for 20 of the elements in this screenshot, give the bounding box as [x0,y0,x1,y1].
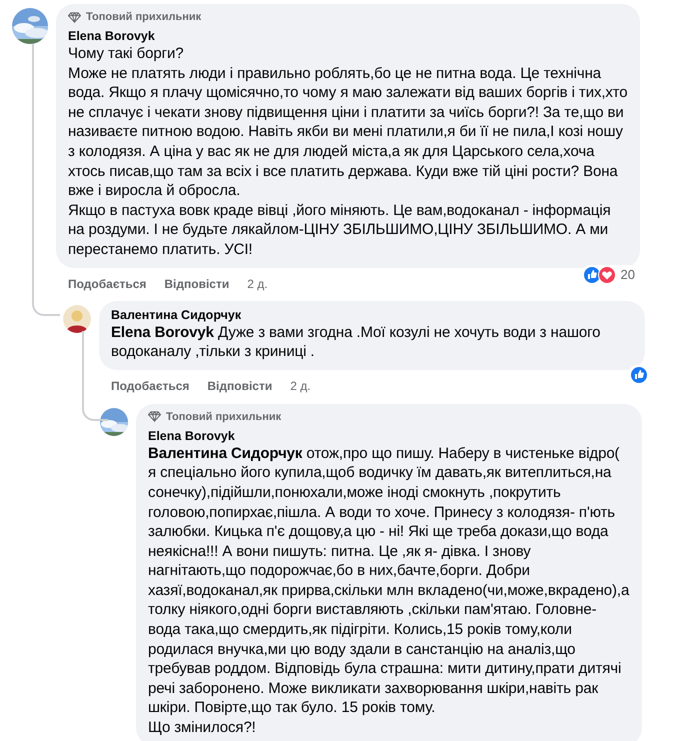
comment-text: Чому такі борги? Може не платять люди і правильно роблять,бо це не питна вода. Це технічна вода. Якщо я плачу щомісячно,то чому я маю залежати від ваших боргів і тих,хто не сплачує і чекати знову підвищення ціни і платити за чиїсь борги?! За те,що ви називаєте питною водою. Навіть якби ви мені платили,я би її не пила,І козі ношу з колодязя. А ціна у вас як не для людей міста,а як для Царського села,хоча хтось писав,що там за всіх і все платить держава. Куди вже тій ціні рости? Вона вже і виросла й обросла. Якщо в пастуха вовк краде вівці ,його міняють. Це вам,водоканал - інформація на роздуми. І не будьте лякайлом-ЦІНУ ЗБІЛЬШИМО,ЦІНУ ЗБІЛЬШИМО. А ми перестанемо платить. УСІ! [68,44,628,260]
diamond-icon [148,411,161,422]
reaction-count: 20 [620,267,636,282]
author-name[interactable]: Валентина Сидорчук [111,308,633,322]
avatar-icon [63,304,91,333]
comment-text: Валентина Сидорчук отож,про що пишу. Наберу в чистеньке відро( я спеціально його купила,щоб водичку їм давать,як витеплиться,на сонечку),підійшли,понюхали,може іноді смокнуть ,покрутить головою,попирхає,пішла. А води то хоче. Принесу з колодязя- п'ють залюбки. Кицька п'є дощову,а цю - ні! Які ще треба докази,що вода неякісна!!! А вони пишуть: питна. Це ,як я- дівка. І знову нагнітають,що подорожчає,бо в них,бачте,борги. Добри хазяї,водоканал,як прирва,скільки млн вкладено(чи,може,вкрадено),а толку ніякого,одні борги виставляють ,скільки пам'ятаю. Головне- вода така,що смердить,як підігріти. Колись,15 років тому,коли родилася внучка,ми цю воду здали в санстанцію на аналіз,що требував роддом. Відповідь була страшна: мити дитину,прати дитячі речі заборонено. Може викликати захворювання шкіри,навіть рак шкіри. Повірте,що так було. 15 років тому. Що змінилося?! [148,444,630,738]
like-icon [630,366,648,384]
comment-text: Elena Borovyk Дуже з вами згодна .Мої козулі не хочуть води з нашого водоканалу ,тільки з криниці . [111,322,602,362]
comment-action-link[interactable]: Подобається [68,276,146,291]
comment-time[interactable]: 2 д. [247,276,268,291]
badge-label: Топовий прихильник [86,11,202,23]
comment-action-link[interactable]: Відповісти [164,276,230,291]
comment-action-link[interactable]: Подобається [111,378,190,393]
reaction-summary[interactable] [628,364,647,385]
badge-label: Топовий прихильник [166,410,282,423]
author-name[interactable]: Elena Borovyk [148,428,630,443]
diamond-icon [68,12,81,22]
comment-time[interactable]: 2 д. [290,378,311,393]
author-name[interactable]: Elena Borovyk [68,29,628,43]
comment-action-link[interactable]: Відповісти [207,378,272,393]
